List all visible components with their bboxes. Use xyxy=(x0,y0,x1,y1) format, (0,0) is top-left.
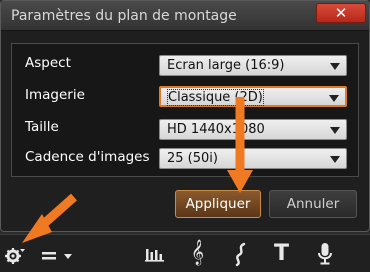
sound-effect-icon[interactable] xyxy=(233,241,249,267)
imagery-label: Imagerie xyxy=(25,87,85,103)
imagery-select[interactable]: Classique (2D) xyxy=(159,86,347,107)
timeline-toolbar: 𝄞 T xyxy=(0,234,370,272)
chevron-down-icon xyxy=(330,127,340,134)
text-title-icon[interactable]: T xyxy=(274,240,289,268)
dialog-titlebar[interactable]: Paramètres du plan de montage ✕ xyxy=(1,1,369,31)
apply-button[interactable]: Appliquer xyxy=(175,190,261,218)
imagery-value: Classique (2D) xyxy=(167,89,264,106)
size-select[interactable]: HD 1440x1080 xyxy=(159,119,347,140)
audio-mixer-icon[interactable] xyxy=(144,245,166,263)
size-value: HD 1440x1080 xyxy=(167,122,265,137)
chevron-down-icon xyxy=(330,63,340,70)
timeline-settings-dialog: Paramètres du plan de montage ✕ Aspect E… xyxy=(0,0,370,232)
chevron-down-icon xyxy=(329,95,339,102)
close-icon: ✕ xyxy=(334,3,348,22)
music-note-icon[interactable]: 𝄞 xyxy=(191,239,204,267)
aspect-value: Ecran large (16:9) xyxy=(167,58,285,73)
aspect-label: Aspect xyxy=(25,55,71,71)
chevron-down-icon xyxy=(330,156,340,163)
track-height-icon[interactable] xyxy=(40,247,74,263)
close-button[interactable]: ✕ xyxy=(316,3,366,23)
microphone-icon[interactable] xyxy=(316,241,334,267)
dialog-title: Paramètres du plan de montage xyxy=(11,8,237,24)
frame-rate-label: Cadence d'images xyxy=(25,149,150,165)
frame-rate-value: 25 (50i) xyxy=(167,151,218,166)
size-label: Taille xyxy=(25,119,59,135)
gear-icon[interactable] xyxy=(4,243,26,265)
settings-panel: Aspect Ecran large (16:9) Imagerie Class… xyxy=(11,43,359,177)
frame-rate-select[interactable]: 25 (50i) xyxy=(159,148,347,169)
cancel-button[interactable]: Annuler xyxy=(269,190,357,218)
aspect-select[interactable]: Ecran large (16:9) xyxy=(159,55,347,76)
